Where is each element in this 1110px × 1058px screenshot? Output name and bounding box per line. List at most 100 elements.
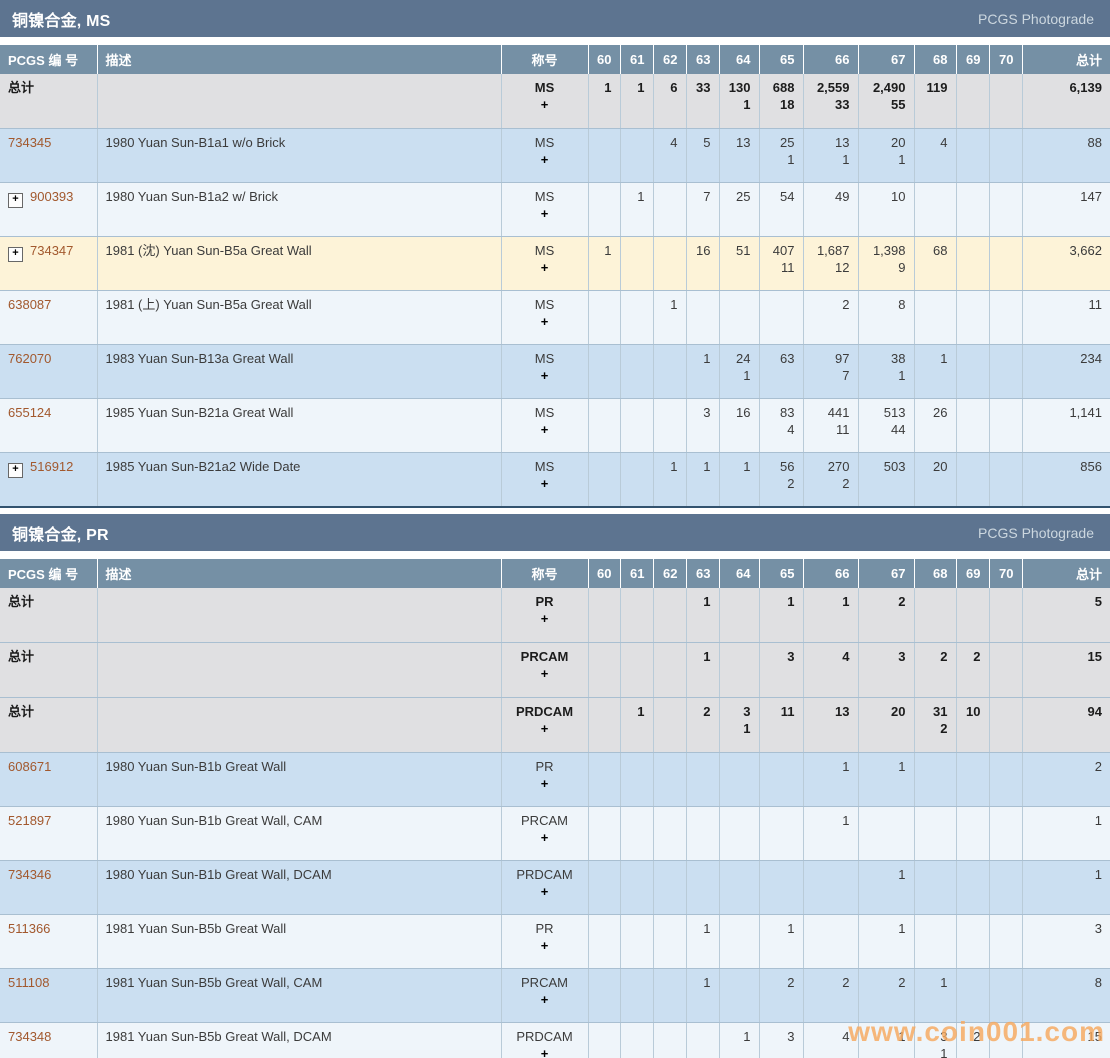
plus-designation-label: + bbox=[510, 992, 580, 1008]
grade-67-plus-count: 9 bbox=[867, 260, 906, 276]
pcgs-number-cell: +734347 bbox=[0, 237, 97, 291]
plus-designation-label: + bbox=[510, 1046, 580, 1058]
grade-67-plus-count bbox=[867, 721, 906, 737]
pcgs-number-link[interactable]: 734345 bbox=[8, 135, 51, 150]
pcgs-number-link[interactable]: 762070 bbox=[8, 351, 51, 366]
designation-label: MS bbox=[510, 243, 580, 259]
pcgs-number-link[interactable]: 511366 bbox=[8, 921, 50, 936]
grade-64-plus-count bbox=[728, 830, 751, 846]
grade-64-count: 13 bbox=[728, 135, 751, 151]
grade-67-count: 2 bbox=[867, 975, 906, 991]
grade-69-cell bbox=[956, 588, 989, 643]
grade-69-plus-count bbox=[965, 97, 981, 113]
grade-66-plus-count bbox=[812, 884, 850, 900]
grade-64-plus-count bbox=[728, 260, 751, 276]
grade-68-count: 2 bbox=[923, 649, 948, 665]
pcgs-number-cell: 总计 bbox=[0, 74, 97, 129]
grade-66-cell: 44111 bbox=[803, 399, 858, 453]
grade-62-cell bbox=[653, 183, 686, 237]
grade-65-plus-count bbox=[768, 666, 795, 682]
pcgs-number-link[interactable]: 608671 bbox=[8, 759, 51, 774]
plus-designation-label: + bbox=[510, 97, 580, 113]
grade-68-cell bbox=[914, 753, 956, 807]
grade-65-plus-count bbox=[768, 206, 795, 222]
col-grade-68: 68 bbox=[914, 559, 956, 588]
pcgs-number-link[interactable]: 516912 bbox=[30, 459, 73, 474]
grade-60-plus-count bbox=[597, 368, 612, 384]
grade-63-cell: 1 bbox=[686, 345, 719, 399]
row-total-cell: 2 bbox=[1022, 753, 1110, 807]
grade-61-count bbox=[629, 297, 645, 313]
grade-61-plus-count bbox=[629, 314, 645, 330]
designation-cell: PRCAM+ bbox=[501, 969, 588, 1023]
table-row: 5111081981 Yuan Sun-B5b Great Wall, CAMP… bbox=[0, 969, 1110, 1023]
grade-61-count bbox=[629, 813, 645, 829]
grade-69-cell bbox=[956, 237, 989, 291]
row-total-cell: 94 bbox=[1022, 698, 1110, 753]
grade-63-count: 7 bbox=[695, 189, 711, 205]
grade-70-cell bbox=[989, 807, 1022, 861]
table-row: 6086711980 Yuan Sun-B1b Great WallPR+112 bbox=[0, 753, 1110, 807]
pcgs-number-link[interactable]: 734348 bbox=[8, 1029, 51, 1044]
grade-67-plus-count bbox=[867, 476, 906, 492]
grade-62-count bbox=[662, 594, 678, 610]
coin-description: 1980 Yuan Sun-B1b Great Wall bbox=[106, 759, 287, 774]
pcgs-number-link[interactable]: 521897 bbox=[8, 813, 51, 828]
grade-67-count: 1 bbox=[867, 759, 906, 775]
pcgs-number-link[interactable]: 638087 bbox=[8, 297, 51, 312]
grade-70-cell bbox=[989, 969, 1022, 1023]
table-row: +9003931980 Yuan Sun-B1a2 w/ BrickMS+172… bbox=[0, 183, 1110, 237]
coin-description-cell bbox=[97, 698, 501, 753]
grade-66-plus-count bbox=[812, 776, 850, 792]
col-grade-63: 63 bbox=[686, 45, 719, 74]
grade-68-count bbox=[923, 921, 948, 937]
grade-61-cell bbox=[620, 915, 653, 969]
grade-64-count: 1 bbox=[728, 1029, 751, 1045]
grade-63-plus-count bbox=[695, 611, 711, 627]
pcgs-photograde-link[interactable]: PCGS Photograde bbox=[978, 525, 1094, 541]
grade-63-plus-count bbox=[695, 152, 711, 168]
pcgs-number-link[interactable]: 655124 bbox=[8, 405, 51, 420]
grade-67-plus-count: 55 bbox=[867, 97, 906, 113]
table-header: PCGS 编 号描述称号6061626364656667686970总计 bbox=[0, 559, 1110, 588]
grade-67-cell: 20 bbox=[858, 698, 914, 753]
grade-61-count bbox=[629, 243, 645, 259]
grade-67-cell: 503 bbox=[858, 453, 914, 508]
grade-64-count: 25 bbox=[728, 189, 751, 205]
grade-67-count: 1 bbox=[867, 921, 906, 937]
grade-61-cell bbox=[620, 237, 653, 291]
table-row: 7343461980 Yuan Sun-B1b Great Wall, DCAM… bbox=[0, 861, 1110, 915]
grade-66-count: 13 bbox=[812, 135, 850, 151]
pcgs-number-link[interactable]: 511108 bbox=[8, 975, 49, 990]
expand-icon[interactable]: + bbox=[8, 247, 23, 262]
pcgs-number-link[interactable]: 734347 bbox=[30, 243, 73, 258]
grade-63-cell bbox=[686, 753, 719, 807]
grade-63-plus-count bbox=[695, 776, 711, 792]
grade-62-count bbox=[662, 867, 678, 883]
pcgs-number-link[interactable]: 900393 bbox=[30, 189, 73, 204]
grade-64-count bbox=[728, 649, 751, 665]
grade-66-cell: 1 bbox=[803, 588, 858, 643]
grade-62-cell: 1 bbox=[653, 453, 686, 508]
grade-64-cell: 1 bbox=[719, 453, 759, 508]
grade-64-plus-count bbox=[728, 992, 751, 1008]
designation-cell: MS+ bbox=[501, 345, 588, 399]
grade-62-plus-count bbox=[662, 422, 678, 438]
pcgs-number-cell: 521897 bbox=[0, 807, 97, 861]
pcgs-number-link[interactable]: 734346 bbox=[8, 867, 51, 882]
grade-64-plus-count bbox=[728, 666, 751, 682]
grade-68-count: 4 bbox=[923, 135, 948, 151]
grade-66-cell: 1,68712 bbox=[803, 237, 858, 291]
grade-66-cell bbox=[803, 861, 858, 915]
grade-66-cell: 2702 bbox=[803, 453, 858, 508]
grade-64-count bbox=[728, 975, 751, 991]
row-total-cell: 15 bbox=[1022, 1023, 1110, 1058]
expand-icon[interactable]: + bbox=[8, 463, 23, 478]
pcgs-number-cell: 655124 bbox=[0, 399, 97, 453]
pcgs-photograde-link[interactable]: PCGS Photograde bbox=[978, 11, 1094, 27]
expand-icon[interactable]: + bbox=[8, 193, 23, 208]
designation-label: PRDCAM bbox=[510, 1029, 580, 1045]
designation-label: MS bbox=[510, 351, 580, 367]
designation-cell: MS+ bbox=[501, 74, 588, 129]
row-total-cell: 3 bbox=[1022, 915, 1110, 969]
